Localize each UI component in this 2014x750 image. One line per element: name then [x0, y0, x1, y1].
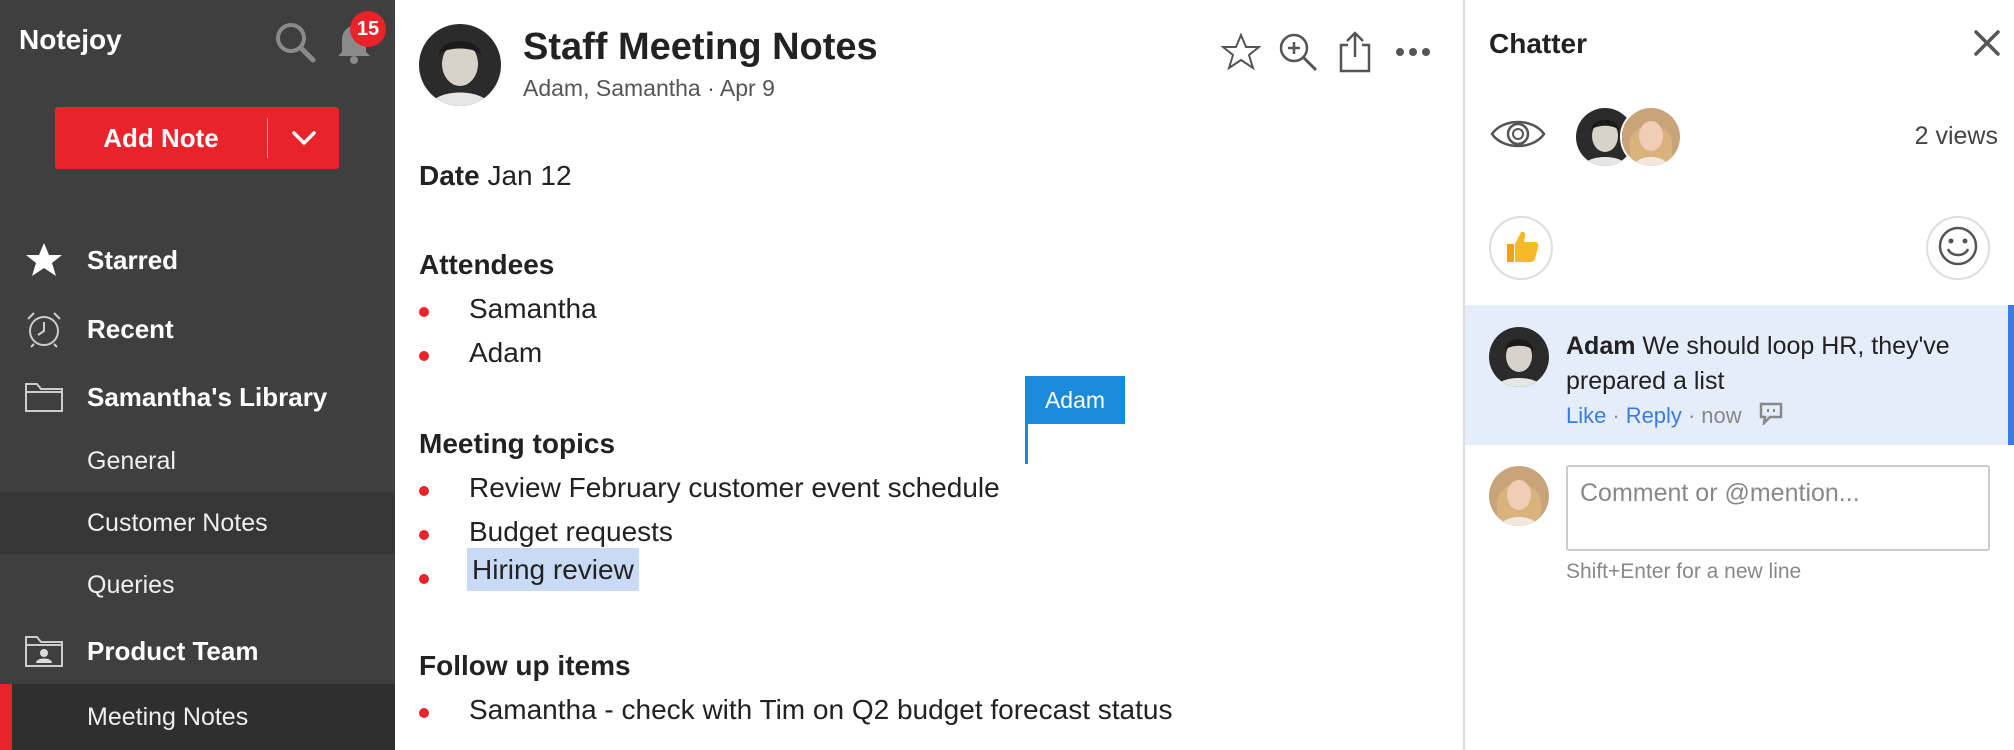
bullet-dot: [419, 530, 429, 540]
comment-input[interactable]: [1566, 465, 1990, 551]
sidebar-item-label: Recent: [87, 313, 174, 344]
comment-actions: Like · Reply · now: [1566, 401, 1784, 431]
sidebar-item-label: Product Team: [87, 635, 259, 666]
comment-text: Adam We should loop HR, they've prepared…: [1566, 329, 1986, 399]
view-count: 2 views: [1914, 122, 1998, 150]
commenter-avatar: [1489, 327, 1549, 387]
bullet-dot: [419, 708, 429, 718]
bullet-dot: [419, 351, 429, 361]
topics-heading: Meeting topics: [419, 428, 616, 459]
sidebar-item-label: Customer Notes: [87, 508, 268, 537]
sidebar-item-starred[interactable]: Starred: [0, 235, 395, 285]
star-icon: [24, 240, 64, 280]
viewer-avatar[interactable]: [1620, 106, 1682, 168]
folder-icon: [24, 377, 64, 417]
smiley-icon: [1936, 224, 1980, 273]
sidebar-item-meeting-notes[interactable]: Meeting Notes: [0, 684, 395, 750]
chevron-down-icon[interactable]: [268, 130, 339, 146]
collaborator-cursor-label: Adam: [1025, 376, 1125, 424]
sidebar: Notejoy 15 Add Note Starred Recent Saman…: [0, 0, 395, 750]
more-options-icon[interactable]: [1389, 28, 1437, 76]
sidebar-item-label: Meeting Notes: [87, 702, 249, 731]
followup-heading: Follow up items: [419, 650, 631, 681]
list-item: Samantha: [469, 293, 597, 324]
comment: Adam We should loop HR, they've prepared…: [1465, 305, 2014, 445]
chatter-panel: Chatter 2 views Adam We should loop HR, …: [1463, 0, 2014, 750]
sidebar-item-label: Queries: [87, 570, 175, 599]
notification-badge[interactable]: 15: [350, 11, 386, 47]
sidebar-item-product-team[interactable]: Product Team: [0, 626, 395, 676]
like-link[interactable]: Like: [1566, 403, 1606, 429]
app-brand: Notejoy: [19, 24, 122, 55]
speech-bubble-icon[interactable]: [1758, 401, 1784, 431]
eye-icon: [1489, 112, 1547, 156]
search-icon[interactable]: [273, 20, 317, 64]
thumbs-up-icon: [1501, 226, 1541, 271]
star-icon[interactable]: [1217, 28, 1265, 76]
attendees-heading: Attendees: [419, 249, 555, 280]
sidebar-item-queries[interactable]: Queries: [0, 560, 395, 610]
list-item: Budget requests: [469, 516, 673, 547]
separator-dot: ·: [1612, 403, 1620, 428]
collaborator-cursor: [1025, 424, 1028, 464]
separator-dot: ·: [1687, 403, 1696, 428]
note-title[interactable]: Staff Meeting Notes: [523, 26, 878, 69]
sidebar-item-customer-notes[interactable]: Customer Notes: [0, 492, 395, 554]
zoom-in-icon[interactable]: [1274, 28, 1322, 76]
date-value: Jan 12: [487, 160, 572, 191]
selected-text: Hiring review: [467, 548, 639, 591]
bullet-dot: [419, 486, 429, 496]
close-icon[interactable]: [1970, 26, 2004, 60]
bullet-dot: [419, 574, 429, 584]
current-user-avatar: [1489, 466, 1549, 526]
sidebar-item-samanthas-library[interactable]: Samantha's Library: [0, 372, 395, 422]
alarm-clock-icon: [24, 309, 64, 349]
thumbs-up-button[interactable]: [1489, 216, 1553, 280]
date-label: Date: [419, 160, 480, 191]
bullet-dot: [419, 307, 429, 317]
comment-time: now: [1701, 403, 1742, 428]
add-note-label: Add Note: [103, 122, 219, 153]
note-editor: Staff Meeting Notes Adam, Samantha · Apr…: [395, 0, 1463, 750]
add-note-button[interactable]: Add Note: [55, 107, 339, 169]
date-line: Date Jan 12: [419, 160, 572, 192]
shared-folder-icon: [24, 631, 64, 671]
emoji-button[interactable]: [1926, 216, 1990, 280]
sidebar-item-general[interactable]: General: [0, 436, 395, 486]
comment-author[interactable]: Adam: [1566, 332, 1635, 360]
reply-link[interactable]: Reply: [1626, 403, 1682, 429]
list-item: Adam: [469, 337, 543, 368]
author-avatar: [419, 24, 501, 106]
list-item: Review February customer event schedule: [469, 472, 1000, 503]
sidebar-item-label: Samantha's Library: [87, 381, 328, 412]
list-item: Samantha - check with Tim on Q2 budget f…: [469, 694, 1173, 725]
sidebar-item-label: General: [87, 446, 176, 475]
share-icon[interactable]: [1331, 28, 1379, 76]
sidebar-item-recent[interactable]: Recent: [0, 304, 395, 354]
input-hint: Shift+Enter for a new line: [1566, 560, 1802, 583]
chatter-title: Chatter: [1489, 28, 1588, 59]
note-meta: Adam, Samantha · Apr 9: [523, 75, 775, 101]
sidebar-item-label: Starred: [87, 244, 179, 275]
list-item-selected: Hiring review: [467, 548, 639, 591]
